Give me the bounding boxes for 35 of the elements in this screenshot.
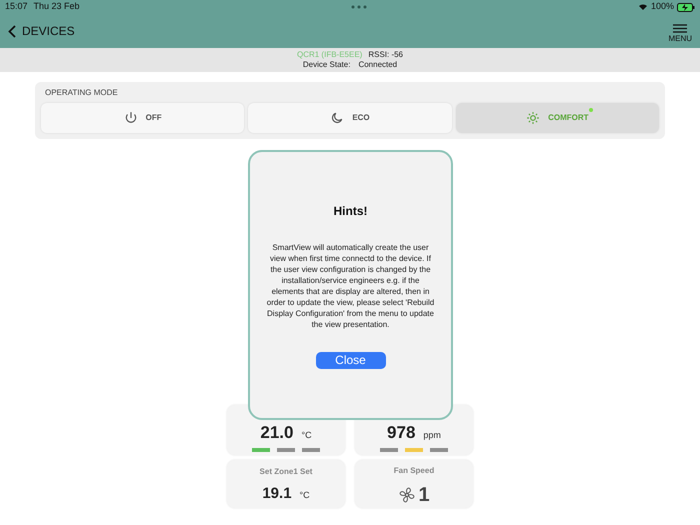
- power-icon: [124, 111, 138, 125]
- fan-icon: [398, 486, 416, 504]
- setpoint-value: 19.1: [262, 484, 292, 504]
- panel-title: OPERATING MODE: [45, 87, 119, 99]
- mode-tab[interactable]: ECO: [248, 103, 452, 133]
- device-state-value: Connected: [358, 60, 398, 70]
- setpoint-card[interactable]: Set Zone1 Set 19.1 °C: [227, 460, 345, 508]
- sun-icon: [526, 111, 540, 125]
- reading-value: 21.0: [260, 422, 294, 444]
- unit-label: ppm: [423, 428, 441, 442]
- battery-icon: [677, 2, 695, 12]
- dialog-message: SmartView will automatically create the user view when first time connectd to the device. If the user view configuration is changed by the installation/service engineers e.g. if the elements that are display are altered, then in order to update the view, please select 'Rebuild Display Configuration' from the menu to update the view presentation.: [266, 242, 436, 330]
- device-state-label: Device State:: [302, 60, 350, 70]
- device-name: QCR1 (IFB-E5EE): [296, 50, 362, 60]
- moon-icon: [330, 111, 344, 125]
- status-date: Thu 23 Feb: [34, 0, 80, 14]
- more-dots-icon[interactable]: [350, 5, 367, 9]
- menu-button[interactable]: MENU: [668, 18, 692, 44]
- wifi-icon: [638, 3, 648, 11]
- mode-tab[interactable]: OFF: [41, 103, 244, 133]
- dialog-title: Hints!: [334, 203, 368, 220]
- rssi-label: RSSI: -56: [368, 50, 404, 60]
- close-button[interactable]: Close: [316, 352, 386, 369]
- menu-icon: [673, 24, 688, 32]
- chevron-left-icon: [8, 24, 16, 38]
- status-time: 15:07: [5, 0, 28, 14]
- battery-percent: 100%: [650, 0, 674, 14]
- fan-speed-value: 1: [418, 483, 430, 508]
- reading-value: 978: [387, 422, 416, 444]
- card-title: Set Zone1 Set: [260, 466, 312, 478]
- card-title: Fan Speed: [394, 465, 434, 477]
- unit-label: °C: [301, 428, 312, 442]
- fan-card[interactable]: Fan Speed 1: [355, 460, 473, 508]
- back-button[interactable]: DEVICES: [8, 22, 75, 40]
- unit-label: °C: [300, 489, 310, 502]
